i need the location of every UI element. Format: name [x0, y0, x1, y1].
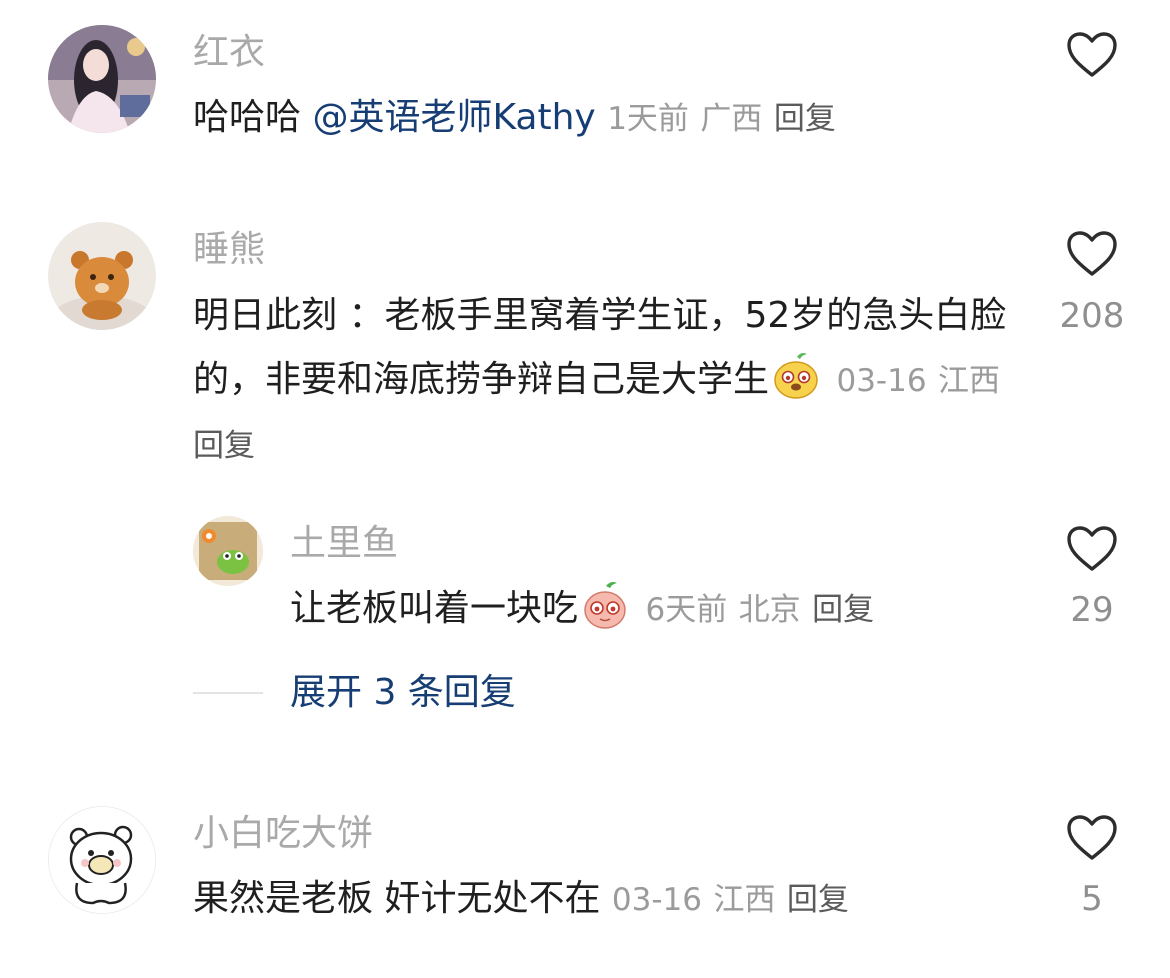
- avatar[interactable]: [193, 516, 263, 586]
- reply-button[interactable]: 回复: [774, 101, 836, 137]
- expand-replies-button[interactable]: 展开 3 条回复: [290, 671, 516, 715]
- comment-time: 1天前: [607, 101, 689, 137]
- reply-button[interactable]: 回复: [193, 428, 255, 464]
- username[interactable]: 红衣: [193, 33, 265, 73]
- comment-time: 03-16: [611, 882, 702, 918]
- dog-face-emoji: [771, 351, 821, 401]
- comment-body: 果然是老板 奸计无处不在: [193, 878, 601, 919]
- comment-location: 江西: [713, 882, 776, 918]
- like-count: 5: [1081, 879, 1103, 919]
- like-count: 208: [1059, 296, 1125, 336]
- like-heart-icon[interactable]: [1066, 814, 1118, 862]
- username[interactable]: 土里鱼: [290, 524, 398, 564]
- comment-location: 广西: [700, 101, 763, 137]
- comment-text: 果然是老板 奸计无处不在 03-16 江西 回复: [193, 867, 1013, 932]
- mention-link[interactable]: @英语老师Kathy: [312, 97, 595, 138]
- comment-time: 03-16: [836, 363, 927, 399]
- comment-text: 明日此刻 ：老板手里窝着学生证，52岁的急头白脸的，非要和海底捞争辩自己是大学生…: [193, 284, 1013, 478]
- like-heart-icon[interactable]: [1066, 31, 1118, 79]
- username[interactable]: 睡熊: [193, 230, 265, 270]
- comment-text: 哈哈哈 @英语老师Kathy 1天前 广西 回复: [193, 86, 1013, 151]
- reply-body: 让老板叫着一块吃: [290, 588, 579, 629]
- like-heart-icon[interactable]: [1066, 525, 1118, 573]
- reply-button[interactable]: 回复: [787, 882, 849, 918]
- avatar[interactable]: [48, 222, 156, 330]
- like-heart-icon[interactable]: [1066, 230, 1118, 278]
- comment-location: 江西: [938, 363, 1001, 399]
- reply-time: 6天前: [645, 592, 728, 628]
- like-count: 29: [1070, 590, 1114, 630]
- pleading-face-emoji: [580, 580, 630, 630]
- username[interactable]: 小白吃大饼: [193, 814, 373, 854]
- reply-location: 北京: [738, 592, 801, 628]
- avatar[interactable]: [48, 806, 156, 914]
- comment-body: 哈哈哈: [193, 97, 313, 138]
- reply-button[interactable]: 回复: [812, 592, 874, 628]
- avatar[interactable]: [48, 25, 156, 133]
- expand-divider: [193, 692, 263, 694]
- reply-text: 让老板叫着一块吃 6天前 北京 回复: [290, 577, 1030, 642]
